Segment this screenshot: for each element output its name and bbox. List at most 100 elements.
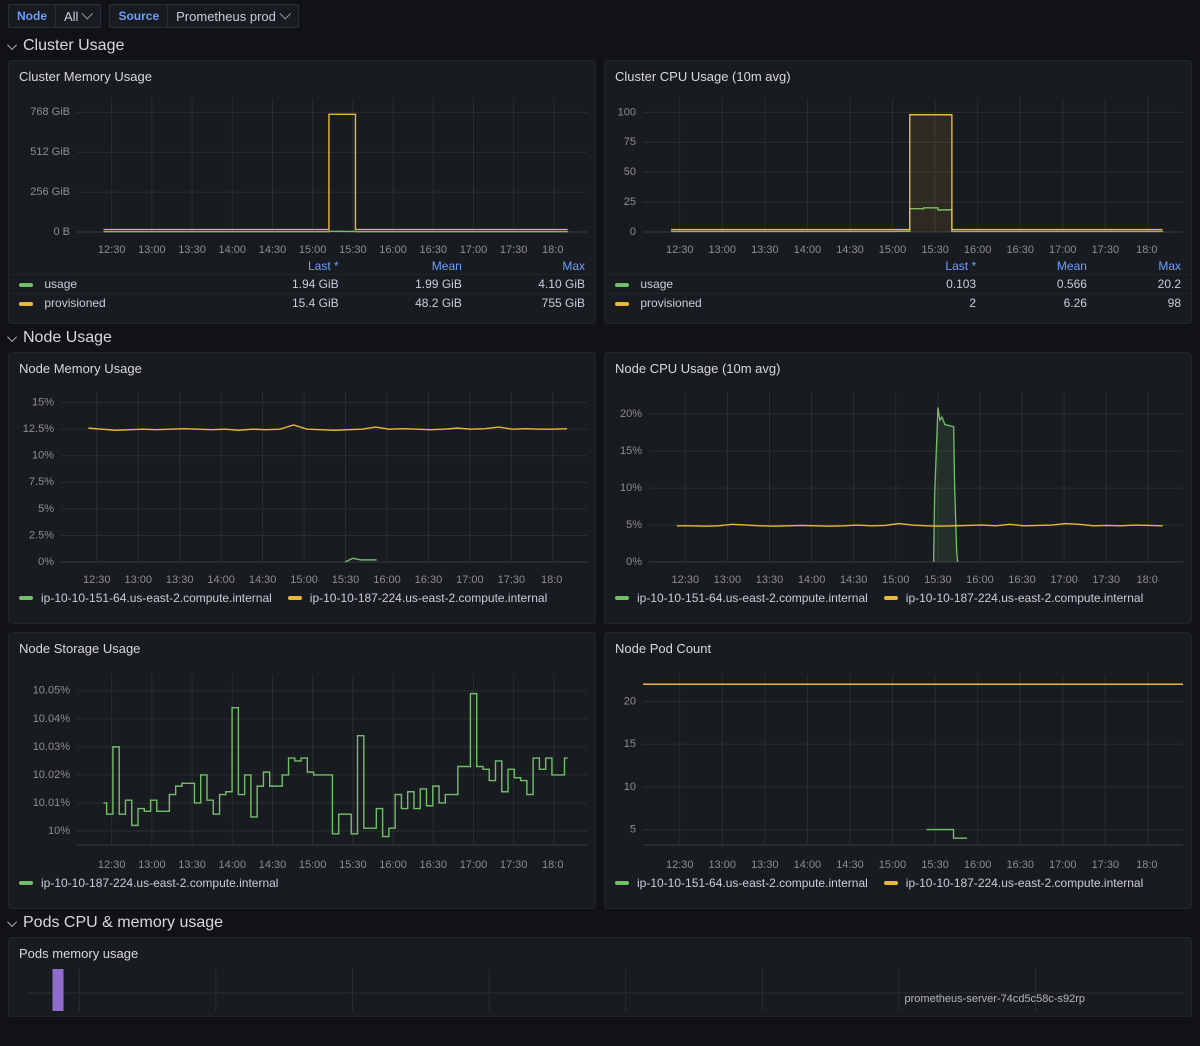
x-axis-tick-label: 14:30 — [259, 244, 287, 256]
x-axis-tick-label: 15:00 — [879, 244, 907, 256]
x-axis-tick-label: 15:00 — [299, 244, 327, 256]
cluster-usage-grid: Cluster Memory Usage 0 B 256 GiB 512 GiB 76… — [0, 60, 1200, 324]
y-axis-tick-label: 15 — [624, 738, 636, 750]
chevron-down-icon — [279, 8, 291, 20]
legend-item[interactable]: ip-10-10-187-224.us-east-2.compute.inter… — [287, 591, 547, 605]
x-axis-tick-label: 16:30 — [1008, 574, 1036, 586]
x-axis-tick-label: 16:30 — [1006, 859, 1034, 871]
x-axis-tick-label: 13:30 — [178, 859, 206, 871]
series-max: 20.2 — [1157, 277, 1181, 291]
series-name: usage — [640, 277, 674, 291]
legend-col-max[interactable]: Max — [1097, 258, 1191, 275]
panel-title: Node Storage Usage — [19, 641, 141, 656]
legend-item[interactable]: ip-10-10-151-64.us-east-2.compute.intern… — [615, 876, 868, 890]
x-axis-tick-label: 13:00 — [709, 859, 737, 871]
chart-svg: 5 10 15 20 12:30 13:00 13:30 14:00 14:30 15:00 15… — [624, 674, 1183, 871]
legend-header-row: Last * Mean Max — [9, 258, 595, 275]
row-title: Node Usage — [23, 329, 112, 346]
x-axis-tick-label: 17:00 — [456, 574, 484, 586]
legend-col-mean[interactable]: Mean — [986, 258, 1097, 275]
series-color-swatch — [883, 596, 898, 600]
plot-cluster-cpu[interactable]: 0 25 50 75 100 12:30 13:00 13:30 14:00 14:30 15:0… — [605, 88, 1191, 258]
x-axis-tick-label: 17:30 — [498, 574, 526, 586]
panel-cluster-cpu-usage: Cluster CPU Usage (10m avg) 0 25 50 75 100 1… — [604, 60, 1192, 324]
legend-item[interactable]: ip-10-10-187-224.us-east-2.compute.inter… — [19, 876, 278, 890]
variable-node-label: Node — [8, 4, 55, 28]
legend-item[interactable]: ip-10-10-187-224.us-east-2.compute.inter… — [883, 591, 1143, 605]
panel-title: Cluster CPU Usage (10m avg) — [615, 69, 791, 84]
series-mean: 48.2 GiB — [415, 296, 462, 310]
series-color-swatch — [19, 596, 33, 600]
legend-row[interactable]: provisioned 2 6.26 98 — [605, 293, 1191, 313]
variable-node-select[interactable]: All — [55, 4, 102, 28]
legend-item[interactable]: ip-10-10-151-64.us-east-2.compute.intern… — [615, 591, 868, 605]
x-axis-tick-label: 17:00 — [1049, 244, 1077, 256]
x-axis-tick-label: 12:30 — [98, 859, 126, 871]
x-axis-tick-label: 14:00 — [794, 859, 822, 871]
y-axis-tick-label: 10% — [620, 482, 642, 494]
row-header-cluster-usage[interactable]: Cluster Usage — [0, 32, 1200, 60]
variable-source-label: Source — [109, 4, 168, 28]
plot-pods-memory[interactable]: prometheus-server-74cd5c58c-s92rp — [9, 965, 1191, 1011]
plot-node-pods[interactable]: 5 10 15 20 12:30 13:00 13:30 14:00 14:30 15:00 15… — [605, 660, 1191, 873]
x-axis-tick-label: 17:00 — [460, 244, 488, 256]
x-axis-tick-label: 15:00 — [299, 859, 327, 871]
legend-row[interactable]: provisioned 15.4 GiB 48.2 GiB 755 GiB — [9, 293, 595, 313]
series-mean: 1.99 GiB — [415, 277, 462, 291]
chart-svg: prometheus-server-74cd5c58c-s92rp — [27, 969, 1185, 1011]
variable-source-select[interactable]: Prometheus prod — [167, 4, 299, 28]
plot-node-storage[interactable]: 10% 10.01% 10.02% 10.03% 10.04% 10.05% 12:30 1… — [9, 660, 595, 873]
series-color-swatch — [19, 301, 33, 306]
plot-node-cpu[interactable]: 0% 5% 10% 15% 20% 12:30 13:00 13:30 14:00 14:30 1… — [605, 380, 1191, 588]
legend-item[interactable]: ip-10-10-151-64.us-east-2.compute.intern… — [19, 591, 272, 605]
x-axis-tick-label: 16:00 — [964, 244, 992, 256]
legend-item[interactable]: ip-10-10-187-224.us-east-2.compute.inter… — [883, 876, 1143, 890]
legend-row[interactable]: usage 1.94 GiB 1.99 GiB 4.10 GiB — [9, 274, 595, 294]
panel-title: Node Memory Usage — [19, 361, 142, 376]
x-axis-tick-label: 15:30 — [332, 574, 360, 586]
panel-node-pod-count: Node Pod Count 5 10 15 20 12:30 13:00 13:30 14… — [604, 632, 1192, 909]
x-axis-tick-label: 16:30 — [415, 574, 443, 586]
panel-title: Cluster Memory Usage — [19, 69, 152, 84]
x-axis-tick-label: 14:30 — [836, 859, 864, 871]
series-name: ip-10-10-151-64.us-east-2.compute.intern… — [41, 591, 272, 605]
row-header-pods-usage[interactable]: Pods CPU & memory usage — [0, 909, 1200, 937]
legend-col-mean[interactable]: Mean — [349, 258, 472, 275]
y-axis-tick-label: 12.5% — [23, 423, 54, 435]
x-axis-tick-label: 16:30 — [419, 244, 447, 256]
legend-row[interactable]: usage 0.103 0.566 20.2 — [605, 274, 1191, 294]
legend-node-cpu: ip-10-10-151-64.us-east-2.compute.intern… — [605, 588, 1191, 613]
series-last: 1.94 GiB — [291, 277, 339, 291]
x-axis-tick-label: 13:00 — [714, 574, 742, 586]
panel-title: Pods memory usage — [19, 946, 139, 961]
y-axis-tick-label: 25 — [624, 196, 636, 208]
x-axis-tick-label: 16:30 — [1006, 244, 1034, 256]
x-axis-tick-label: 17:30 — [500, 859, 528, 871]
x-axis-tick-label: 15:00 — [290, 574, 318, 586]
series-color-swatch — [287, 596, 302, 600]
plot-cluster-memory[interactable]: 0 B 256 GiB 512 GiB 768 GiB 12:30 13:00 13:30… — [9, 88, 595, 258]
plot-node-memory[interactable]: 0% 2.5% 5% 7.5% 10% 12.5% 15% 12:30 13:00 13:30 1… — [9, 380, 595, 588]
x-axis-tick-label: 15:00 — [879, 859, 907, 871]
y-axis-tick-label: 10% — [32, 450, 54, 462]
x-axis-tick-label: 15:30 — [339, 244, 367, 256]
x-axis-tick-label: 14:00 — [798, 574, 826, 586]
series-color-swatch — [883, 881, 898, 885]
legend-col-last[interactable]: Last * — [874, 258, 986, 275]
y-axis-tick-label: 10% — [48, 825, 70, 837]
series-color-swatch — [19, 282, 33, 287]
x-axis-tick-label: 14:30 — [259, 859, 287, 871]
x-axis-tick-label: 16:00 — [379, 244, 407, 256]
x-axis-tick-label: 18:0 — [541, 574, 565, 586]
variable-node: Node All — [8, 4, 102, 28]
node-usage-grid-bottom: Node Storage Usage 10% 10.01% 10.02% 10.03%… — [0, 632, 1200, 909]
bar — [52, 969, 64, 1011]
legend-col-max[interactable]: Max — [472, 258, 595, 275]
x-axis-tick-label: 17:30 — [1092, 574, 1120, 586]
row-header-node-usage[interactable]: Node Usage — [0, 324, 1200, 352]
pod-annotation: prometheus-server-74cd5c58c-s92rp — [905, 993, 1086, 1005]
x-axis-tick-label: 13:30 — [756, 574, 784, 586]
legend-col-last[interactable]: Last * — [226, 258, 349, 275]
chart-svg: 0 25 50 75 100 12:30 13:00 13:30 14:00 14:30 15:0… — [618, 98, 1183, 256]
series-name: provisioned — [640, 296, 702, 310]
